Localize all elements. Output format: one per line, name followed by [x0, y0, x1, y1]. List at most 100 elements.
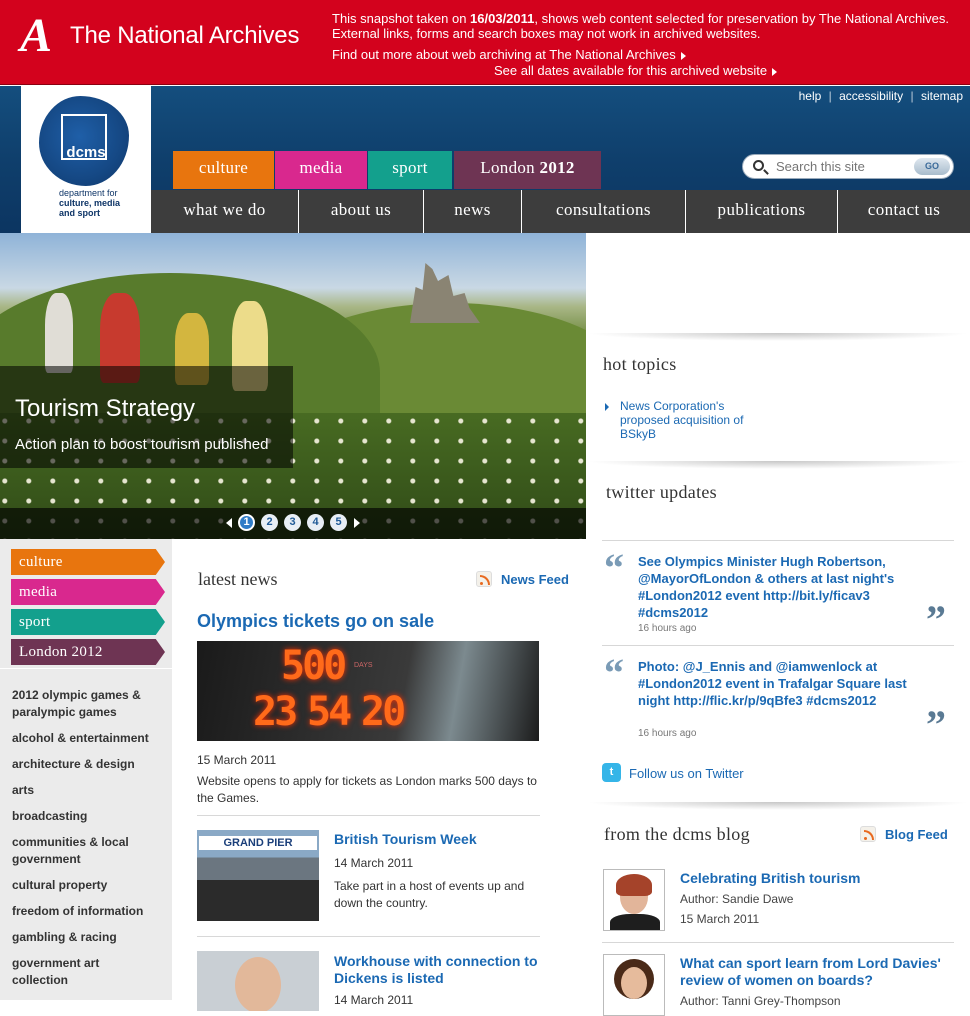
tab-culture[interactable]: culture [173, 151, 274, 189]
author-hair [616, 874, 652, 896]
dcms-logo[interactable]: dcms department for culture, media and s… [21, 86, 151, 233]
sitemap-link[interactable]: sitemap [921, 89, 963, 103]
countdown-hours: 23 [253, 689, 298, 735]
national-archives-logo-mark: A [19, 9, 52, 62]
slide-dot-2[interactable]: 2 [261, 514, 278, 531]
sidebar-tab-media[interactable]: media [11, 579, 165, 605]
hero-carousel[interactable]: Tourism Strategy Action plan to boost to… [0, 233, 586, 539]
logo-line: culture, media [59, 198, 121, 208]
hot-topic-link[interactable]: News Corporation's proposed acquisition … [620, 399, 770, 441]
nav-consultations[interactable]: consultations [522, 190, 686, 233]
snapshot-notice: This snapshot taken on 16/03/2011, shows… [332, 11, 952, 41]
countdown-clock-image[interactable]: 500 DAYS 23 54 20 [197, 641, 539, 741]
sidebar-link[interactable]: government art collection [12, 955, 122, 989]
logo-line: and sport [59, 208, 101, 218]
sidebar-tab-sport[interactable]: sport [11, 609, 165, 635]
sidebar-divider [0, 668, 172, 669]
news-thumbnail[interactable] [197, 951, 319, 1011]
blog-author-photo[interactable] [603, 869, 665, 931]
slide-dot-4[interactable]: 4 [307, 514, 324, 531]
section-divider [586, 461, 970, 469]
news-separator [197, 815, 540, 816]
rss-icon[interactable] [476, 571, 492, 587]
blog-feed-link[interactable]: Blog Feed [885, 827, 948, 842]
national-archives-logo[interactable]: A The National Archives [4, 9, 299, 62]
countdown-days: 500 [281, 643, 347, 689]
separator: | [910, 89, 914, 103]
nav-what-we-do[interactable]: what we do [151, 190, 299, 233]
sidebar-link[interactable]: cultural property [12, 877, 162, 894]
search-icon [753, 160, 764, 171]
twitter-bird-icon[interactable]: t [602, 763, 621, 782]
nav-news[interactable]: news [424, 190, 522, 233]
search-go-button[interactable]: GO [914, 158, 950, 175]
sidebar-link[interactable]: freedom of information [12, 903, 162, 920]
nav-about-us[interactable]: about us [299, 190, 424, 233]
accessibility-link[interactable]: accessibility [839, 89, 903, 103]
news-separator [197, 936, 540, 937]
news-thumbnail[interactable]: GRAND PIER [197, 830, 319, 921]
author-shoulders [610, 914, 660, 930]
rss-icon[interactable] [860, 826, 876, 842]
sidebar-link[interactable]: architecture & design [12, 756, 162, 773]
tab-london-2012[interactable]: London 2012 [454, 151, 601, 189]
news-item-date: 14 March 2011 [334, 856, 414, 870]
sidebar-link[interactable]: gambling & racing [12, 929, 162, 946]
countdown-seconds: 20 [361, 689, 406, 735]
separator: | [828, 89, 832, 103]
hero-title[interactable]: Tourism Strategy [15, 395, 195, 423]
sidebar-link[interactable]: 2012 olympic games & paralympic games [12, 687, 162, 721]
news-feed-link[interactable]: News Feed [501, 572, 569, 587]
blog-post-author: Author: Sandie Dawe [680, 892, 794, 906]
left-sidebar: culture media sport London 2012 2012 oly… [0, 539, 172, 1000]
archive-dates-link[interactable]: See all dates available for this archive… [494, 63, 778, 78]
latest-news-heading: latest news [198, 569, 278, 589]
castle-ruin-graphic [410, 263, 480, 323]
slide-dot-1[interactable]: 1 [238, 514, 255, 531]
follow-twitter-link[interactable]: Follow us on Twitter [629, 766, 744, 781]
tab-media[interactable]: media [275, 151, 367, 189]
previous-slide-icon[interactable] [226, 517, 232, 528]
bullet-arrow-icon [605, 403, 609, 411]
sidebar-link[interactable]: alcohol & entertainment [12, 730, 162, 747]
web-archiving-link[interactable]: Find out more about web archiving at The… [332, 47, 686, 62]
search-box: GO [742, 154, 954, 179]
tab-sport[interactable]: sport [368, 151, 452, 189]
nav-publications[interactable]: publications [686, 190, 838, 233]
lead-story-title[interactable]: Olympics tickets go on sale [197, 611, 434, 632]
tab-london-label: London [480, 158, 540, 177]
help-link[interactable]: help [799, 89, 822, 103]
tweet-text[interactable]: Photo: @J_Ennis and @iamwenlock at #Lond… [638, 658, 908, 709]
snapshot-text: This snapshot taken on [332, 11, 471, 26]
thumbnail-face [235, 957, 281, 1011]
search-input[interactable] [776, 159, 916, 174]
sidebar-link[interactable]: arts [12, 782, 162, 799]
logo-line: department for [59, 188, 118, 198]
blog-post-title[interactable]: Celebrating British tourism [680, 870, 965, 887]
news-item-title[interactable]: Workhouse with connection to Dickens is … [334, 953, 544, 987]
lead-story-date: 15 March 2011 [197, 753, 277, 767]
news-item-date: 14 March 2011 [334, 993, 414, 1007]
sidebar-link[interactable]: broadcasting [12, 808, 162, 825]
nav-contact-us[interactable]: contact us [838, 190, 970, 233]
blog-post-title[interactable]: What can sport learn from Lord Davies' r… [680, 955, 965, 989]
hero-subtitle: Action plan to boost tourism published [15, 436, 269, 453]
slide-dot-3[interactable]: 3 [284, 514, 301, 531]
slide-dot-5[interactable]: 5 [330, 514, 347, 531]
sidebar-link[interactable]: communities & local government [12, 834, 152, 868]
tab-london-year: 2012 [539, 158, 575, 177]
sidebar-tab-culture[interactable]: culture [11, 549, 165, 575]
blog-author-photo[interactable] [603, 954, 665, 1016]
quote-open-icon: “ [604, 545, 624, 590]
web-archiving-link-label: Find out more about web archiving at The… [332, 47, 676, 62]
logo-department-name: department for culture, media and sport [59, 188, 120, 218]
quote-close-icon: ” [926, 702, 946, 747]
section-divider [586, 802, 970, 810]
section-divider [586, 333, 970, 341]
tweet-text[interactable]: See Olympics Minister Hugh Robertson, @M… [638, 553, 908, 621]
logo-abbr: dcms [66, 144, 106, 161]
next-slide-icon[interactable] [354, 517, 360, 528]
news-item-title[interactable]: British Tourism Week [334, 831, 477, 848]
sidebar-tab-london-2012[interactable]: London 2012 [11, 639, 165, 665]
hot-topics-heading: hot topics [603, 354, 677, 374]
